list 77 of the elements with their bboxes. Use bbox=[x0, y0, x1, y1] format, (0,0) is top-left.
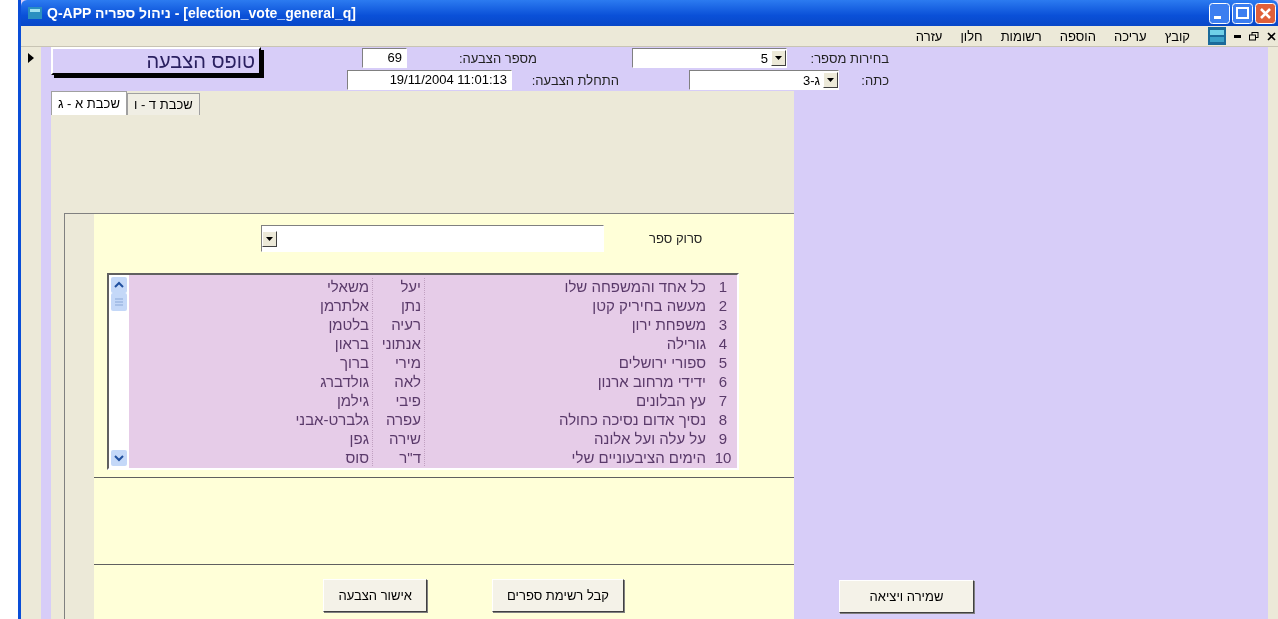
field-label: כתה: bbox=[860, 72, 889, 88]
book-title: ספורי ירושלים bbox=[424, 354, 709, 371]
book-title: משפחת ירון bbox=[424, 316, 709, 333]
book-number: 3 bbox=[717, 316, 729, 333]
text-field[interactable]: 19/11/2004 11:01:13 bbox=[347, 70, 512, 90]
book-title: על עלה ועל אלונה bbox=[424, 430, 709, 447]
field-label: בחירות מספר: bbox=[809, 50, 889, 66]
close-icon[interactable] bbox=[1267, 31, 1276, 41]
author-first-name: מירי bbox=[372, 354, 424, 371]
document-icon bbox=[1208, 27, 1226, 45]
author-last-name: גילמן bbox=[335, 392, 370, 409]
author-first-name: שירה bbox=[372, 430, 424, 447]
scroll-down-icon[interactable] bbox=[111, 450, 127, 466]
author-last-name: בראון bbox=[333, 335, 370, 352]
author-last-name: סוס bbox=[344, 449, 370, 466]
current-record-icon bbox=[28, 53, 34, 63]
author-first-name: רעיה bbox=[372, 316, 424, 333]
book-list[interactable] bbox=[107, 273, 739, 470]
book-title: נסיך אדום נסיכה כחולה bbox=[424, 411, 709, 428]
menu-item[interactable]: עזרה bbox=[915, 28, 943, 44]
author-last-name: גלברט-אבני bbox=[294, 411, 370, 428]
menu-item[interactable]: עריכה bbox=[1113, 28, 1147, 44]
book-number: 10 bbox=[713, 449, 733, 466]
dropdown-arrow-icon bbox=[266, 236, 273, 241]
menu-item[interactable]: רשומות bbox=[1000, 28, 1042, 44]
author-last-name: ברוך bbox=[339, 354, 370, 371]
menu-item[interactable]: חלון bbox=[960, 28, 983, 44]
dropdown-field[interactable]: ג-3 bbox=[689, 70, 839, 90]
scroll-thumb[interactable] bbox=[111, 293, 127, 311]
book-number: 6 bbox=[717, 373, 729, 390]
tab[interactable]: שכבת א - ג bbox=[51, 91, 127, 115]
author-first-name: אנתוני bbox=[372, 335, 424, 352]
author-first-name: יעל bbox=[372, 278, 424, 295]
book-title: עץ הבלונים bbox=[424, 392, 709, 409]
scroll-up-icon[interactable] bbox=[111, 277, 127, 293]
minimize-icon[interactable] bbox=[1234, 34, 1241, 38]
window-title: Q-APP ניהול ספריה - [election_vote_general_q] bbox=[47, 5, 357, 21]
field-label: מספר הצבעה: bbox=[457, 50, 537, 66]
book-number: 5 bbox=[717, 354, 729, 371]
field-label: סרוק ספר bbox=[649, 231, 703, 246]
author-last-name: אלתרמן bbox=[319, 297, 370, 314]
save-exit-button[interactable]: שמירה ויציאה bbox=[839, 580, 974, 613]
author-last-name: בלטמן bbox=[327, 316, 370, 333]
book-title: כל אחד והמשפחה שלו bbox=[424, 278, 709, 295]
dropdown-field[interactable]: 5 bbox=[632, 48, 787, 68]
book-number: 8 bbox=[717, 411, 729, 428]
maximize-icon[interactable] bbox=[1232, 2, 1253, 24]
author-last-name: משאלי bbox=[325, 278, 370, 295]
dropdown-arrow-icon bbox=[827, 78, 834, 82]
app-icon bbox=[27, 5, 43, 21]
book-number: 1 bbox=[717, 278, 729, 295]
action-button[interactable]: קבל רשימת ספרים bbox=[492, 579, 624, 612]
author-last-name: גפן bbox=[348, 430, 370, 447]
author-first-name: נתן bbox=[372, 297, 424, 314]
action-button[interactable]: אישור הצבעה bbox=[323, 579, 428, 612]
book-title: הימים הציבעוניים שלי bbox=[424, 449, 709, 466]
menu-item[interactable]: קובץ bbox=[1164, 28, 1190, 44]
book-number: 2 bbox=[717, 297, 729, 314]
book-number: 7 bbox=[717, 392, 729, 409]
scan-dropdown[interactable] bbox=[261, 225, 604, 252]
form-title-button[interactable]: טופס הצבעה bbox=[51, 47, 261, 75]
restore-icon[interactable] bbox=[1249, 31, 1259, 41]
book-title: ידידי מרחוב ארנון bbox=[424, 373, 709, 390]
text-field[interactable]: 69 bbox=[362, 48, 407, 68]
book-number: 4 bbox=[717, 335, 729, 352]
author-last-name: גולדברג bbox=[319, 373, 370, 390]
author-first-name: עפרה bbox=[372, 411, 424, 428]
field-label: התחלת הצבעה: bbox=[530, 72, 619, 88]
menu-item[interactable]: הוספה bbox=[1059, 28, 1096, 44]
author-first-name: לאה bbox=[372, 373, 424, 390]
author-first-name: פיבי bbox=[372, 392, 424, 409]
tab[interactable]: שכבת ד - ו bbox=[126, 93, 200, 115]
author-first-name: ד"ר bbox=[372, 449, 424, 466]
dropdown-arrow-icon bbox=[775, 56, 782, 60]
book-number: 9 bbox=[717, 430, 729, 447]
book-title: מעשה בחיריק קטן bbox=[424, 297, 709, 314]
book-title: גורילה bbox=[424, 335, 709, 352]
